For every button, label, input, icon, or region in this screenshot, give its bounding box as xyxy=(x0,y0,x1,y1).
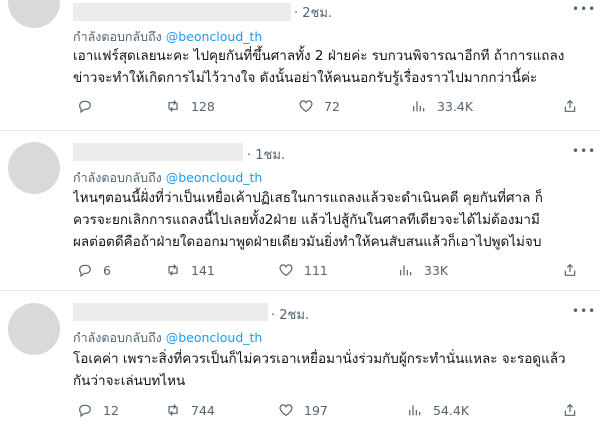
views-icon xyxy=(413,101,425,112)
share-icon xyxy=(564,99,576,112)
replying-prefix: กำลังตอบกลับถึง xyxy=(73,170,162,185)
more-icon[interactable]: ••• xyxy=(572,304,596,318)
tweet-text-line: กันว่าจะเล่นบทไหน xyxy=(73,373,186,389)
retweet-button[interactable]: 141 xyxy=(165,261,215,279)
like-button[interactable]: 111 xyxy=(278,261,328,279)
tweet-text-line: ไหนๆตอนนี้ฝั่งที่ว่าเป็นเหยื่อเค้าปฏิเสธ… xyxy=(73,190,543,206)
retweet-count: 744 xyxy=(191,402,215,418)
share-button[interactable] xyxy=(562,401,578,419)
views-count: 33K xyxy=(424,262,449,278)
retweet-icon xyxy=(168,264,178,276)
author-name-redacted[interactable] xyxy=(73,143,243,161)
reply-button[interactable] xyxy=(77,97,103,115)
share-button[interactable] xyxy=(562,97,578,115)
share-button[interactable] xyxy=(562,261,578,279)
reply-button[interactable]: 6 xyxy=(77,261,111,279)
tweet-text-line: ข่าวจะทำให้เกิดการไม่ไว้วางใจ ดังนั้นอย่… xyxy=(73,70,538,86)
retweet-button[interactable]: 128 xyxy=(165,97,215,115)
tweet-time[interactable]: · 1ชม. xyxy=(247,144,285,165)
tweet-text-line: ควรจะยกเลิกการแถลงนี้ไปเลยทั้ง2ฝ่าย แล้ว… xyxy=(73,212,540,228)
retweet-icon xyxy=(168,100,178,112)
views-icon xyxy=(409,405,421,416)
avatar[interactable] xyxy=(8,142,60,194)
replying-to: กำลังตอบกลับถึง @beoncloud_th xyxy=(73,168,262,188)
tweet-text: โอเคค่า เพราะสิ่งที่ควรเป็นก็ไม่ควรเอาเห… xyxy=(73,348,593,392)
replying-handle-link[interactable]: @beoncloud_th xyxy=(166,29,263,44)
replying-prefix: กำลังตอบกลับถึง xyxy=(73,330,162,345)
like-count: 111 xyxy=(304,262,328,278)
share-icon xyxy=(564,403,576,416)
tweet-text: ไหนๆตอนนี้ฝั่งที่ว่าเป็นเหยื่อเค้าปฏิเสธ… xyxy=(73,187,593,253)
views-button[interactable]: 33K xyxy=(398,261,448,279)
views-button[interactable]: 54.4K xyxy=(407,401,469,419)
reply-icon xyxy=(79,100,91,114)
reply-button[interactable]: 12 xyxy=(77,401,119,419)
reply-count: 6 xyxy=(103,262,111,278)
replying-prefix: กำลังตอบกลับถึง xyxy=(73,29,162,44)
avatar[interactable] xyxy=(8,303,60,355)
more-icon[interactable]: ••• xyxy=(572,2,596,16)
heart-icon xyxy=(279,404,293,417)
like-count: 72 xyxy=(324,98,340,114)
tweet-actions: 12 744 197 54.4K xyxy=(73,401,593,419)
replying-handle-link[interactable]: @beoncloud_th xyxy=(166,330,263,345)
tweet-time[interactable]: · 2ชม. xyxy=(271,304,309,325)
like-button[interactable]: 197 xyxy=(278,401,328,419)
retweet-icon xyxy=(168,404,178,416)
tweet-actions: 128 72 33.4K xyxy=(73,97,593,115)
reply-count: 12 xyxy=(103,402,119,418)
reply-icon xyxy=(79,264,91,278)
like-button[interactable]: 72 xyxy=(298,97,340,115)
tweet-text: เอาแฟร์สุดเลยนะคะ ไปคุยกันที่ขึ้นศาลทั้ง… xyxy=(73,45,593,89)
views-count: 54.4K xyxy=(433,402,470,418)
reply-icon xyxy=(79,404,91,418)
share-icon xyxy=(564,263,576,276)
like-count: 197 xyxy=(304,402,328,418)
retweet-button[interactable]: 744 xyxy=(165,401,215,419)
replying-to: กำลังตอบกลับถึง @beoncloud_th xyxy=(73,328,262,348)
tweet-text-line: โอเคค่า เพราะสิ่งที่ควรเป็นก็ไม่ควรเอาเห… xyxy=(73,351,566,367)
heart-icon xyxy=(279,264,293,277)
heart-icon xyxy=(299,100,313,113)
divider xyxy=(0,130,600,131)
tweet-time[interactable]: · 2ชม. xyxy=(294,2,332,23)
tweet-text-line: ผลต่อตดีคือถ้าฝ่ายใดออกมาพูดฝ่ายเดียวมัน… xyxy=(73,234,542,250)
views-count: 33.4K xyxy=(437,98,474,114)
avatar[interactable] xyxy=(8,0,60,28)
divider xyxy=(0,290,600,291)
tweet-text-line: เอาแฟร์สุดเลยนะคะ ไปคุยกันที่ขึ้นศาลทั้ง… xyxy=(73,48,565,64)
views-icon xyxy=(400,265,412,276)
author-name-redacted[interactable] xyxy=(73,303,268,321)
replying-handle-link[interactable]: @beoncloud_th xyxy=(166,170,263,185)
views-button[interactable]: 33.4K xyxy=(411,97,473,115)
author-name-redacted[interactable] xyxy=(73,3,291,21)
replying-to: กำลังตอบกลับถึง @beoncloud_th xyxy=(73,27,262,47)
retweet-count: 141 xyxy=(191,262,215,278)
tweet-actions: 6 141 111 33K xyxy=(73,261,593,279)
retweet-count: 128 xyxy=(191,98,215,114)
more-icon[interactable]: ••• xyxy=(572,144,596,158)
